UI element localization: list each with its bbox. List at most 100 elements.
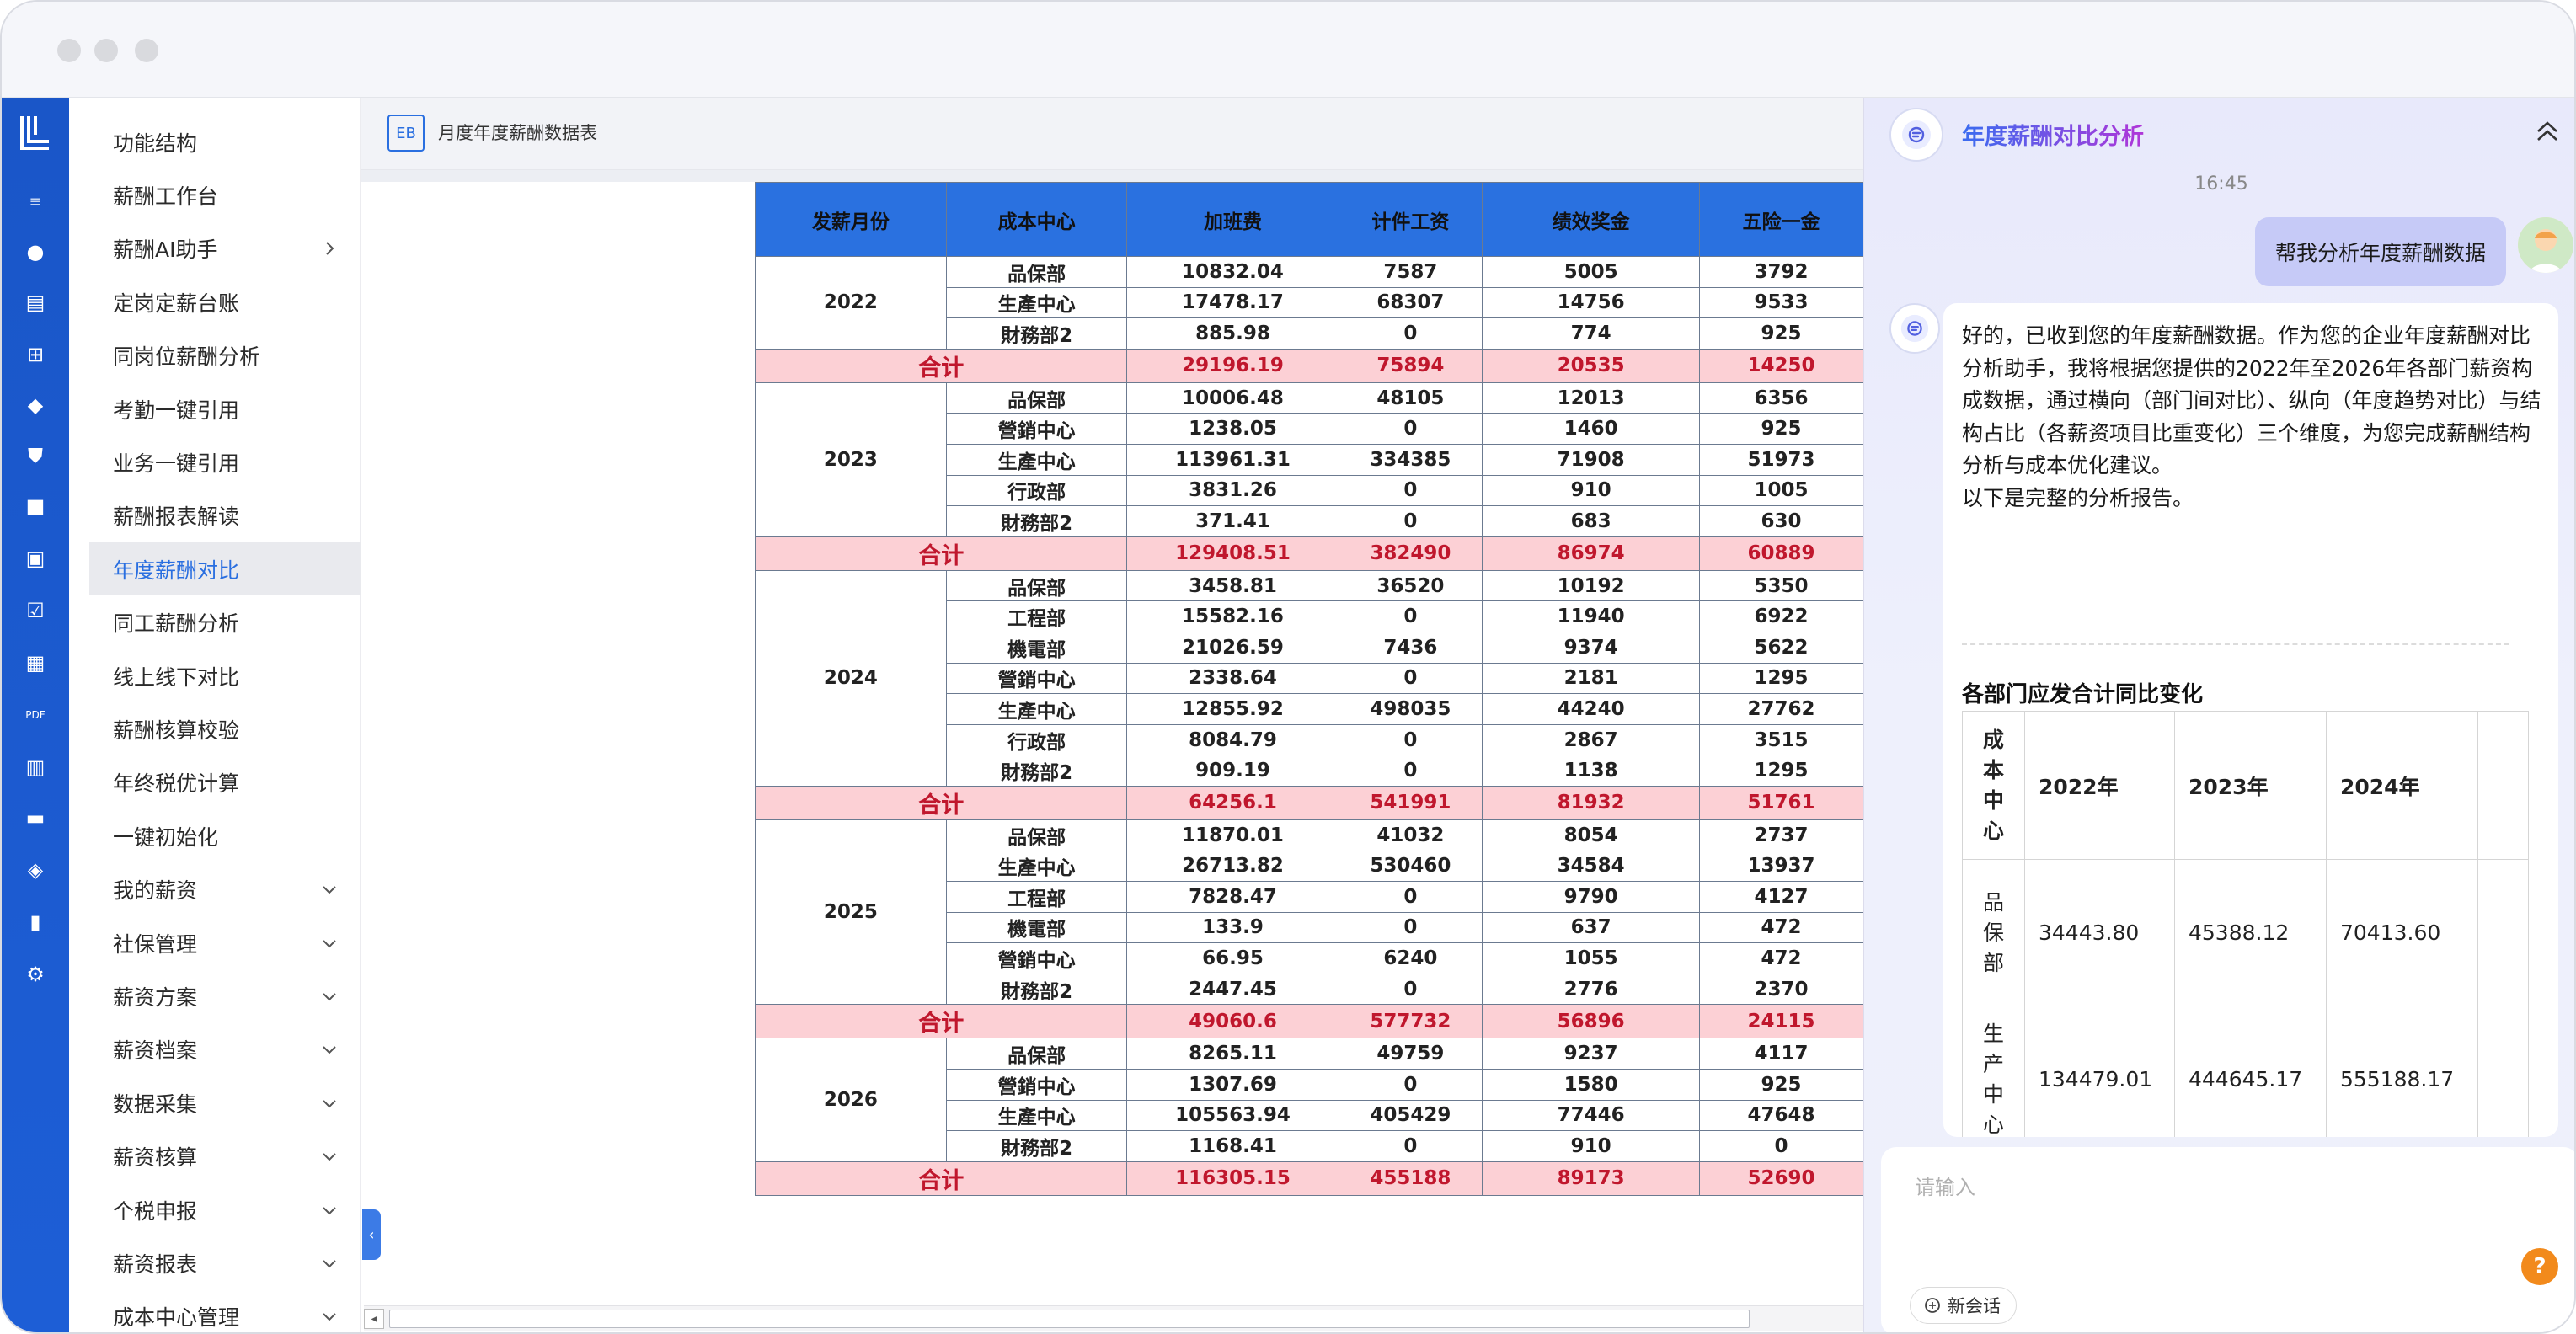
total-value-cell: 52690: [1699, 1161, 1863, 1196]
scroll-left-button[interactable]: ◂: [364, 1309, 384, 1329]
sidebar-item[interactable]: 考勤一键引用: [89, 382, 361, 435]
cost-center-cell: 生產中心: [945, 693, 1128, 725]
window-maximize-dot[interactable]: [135, 39, 158, 62]
sidebar-item-label: 薪酬核算校验: [113, 718, 240, 743]
collapse-sidebar-button[interactable]: ‹: [362, 1209, 381, 1260]
search-list-icon[interactable]: ▤: [23, 290, 48, 315]
ai-message-paragraph: 好的，已收到您的年度薪酬数据。作为您的企业年度薪酬对比分析助手，我将根据您提供的…: [1962, 323, 2541, 478]
sidebar-item-label: 功能结构: [113, 131, 198, 156]
column-header[interactable]: 绩效奖金: [1482, 182, 1701, 257]
value-cell: 9237: [1482, 1038, 1701, 1070]
puzzle-icon[interactable]: ■: [23, 494, 48, 519]
sidebar-item[interactable]: 业务一键引用: [89, 435, 361, 488]
sidebar-item-label: 薪资报表: [113, 1251, 198, 1277]
calendar-icon[interactable]: ▥: [23, 755, 48, 780]
cost-center-cell: 工程部: [945, 881, 1128, 913]
sidebar-item[interactable]: 薪酬核算校验: [89, 702, 361, 755]
value-cell: 13937: [1699, 850, 1863, 883]
sidebar-item[interactable]: 社保管理: [89, 916, 361, 969]
column-header[interactable]: 发薪月份: [755, 182, 947, 257]
checklist-icon[interactable]: ☑: [23, 598, 48, 623]
collapse-chat-icon[interactable]: [2535, 120, 2560, 143]
chevron-down-icon: [323, 1206, 336, 1214]
sidebar-item-label: 薪资方案: [113, 984, 198, 1010]
collapse-menu-icon[interactable]: ≡: [23, 189, 48, 214]
total-label: 合计: [755, 785, 1128, 820]
sidebar-item[interactable]: 薪资报表: [89, 1236, 361, 1289]
sidebar-item-label: 线上线下对比: [113, 664, 240, 690]
column-header[interactable]: 成本中心: [945, 182, 1128, 257]
sidebar-item[interactable]: 薪酬工作台: [89, 168, 361, 221]
horizontal-scrollbar[interactable]: ◂: [364, 1305, 1863, 1331]
sidebar-item[interactable]: 功能结构: [89, 115, 361, 168]
total-row: 合计 49060.6 577732 56896 24115: [755, 1004, 1863, 1039]
value-cell: 9790: [1482, 881, 1701, 913]
sidebar-item[interactable]: 薪酬报表解读: [89, 489, 361, 542]
org-chart-icon[interactable]: ⊞: [23, 342, 48, 367]
sidebar-item[interactable]: 薪资档案: [89, 1023, 361, 1076]
comparison-value-cell-overflow: [2477, 859, 2529, 1006]
value-cell: 530460: [1338, 850, 1483, 883]
column-header[interactable]: 五险一金: [1699, 182, 1863, 257]
scrollbar-thumb[interactable]: [389, 1310, 1750, 1328]
salary-table-viewport[interactable]: 发薪月份 成本中心 加班费 计件工资 绩效奖金 五险一金 2022 品保部 10832.04 7…: [755, 182, 1863, 1277]
sidebar-item[interactable]: 成本中心管理: [89, 1290, 361, 1332]
bar-chart-icon[interactable]: ▮: [23, 910, 48, 935]
chat-input-box[interactable]: 请输入 新会话 ?: [1881, 1147, 2574, 1332]
chevron-down-icon: [323, 993, 336, 1001]
sidebar-item[interactable]: 我的薪资: [89, 863, 361, 916]
value-cell: 105563.94: [1126, 1099, 1339, 1132]
sidebar-item[interactable]: 年终税优计算: [89, 756, 361, 809]
sidebar-item[interactable]: 线上线下对比: [89, 649, 361, 702]
help-button[interactable]: ?: [2521, 1248, 2558, 1285]
card-icon[interactable]: ▬: [23, 805, 48, 830]
column-header[interactable]: 计件工资: [1338, 182, 1483, 257]
sidebar-item[interactable]: 同工薪酬分析: [89, 596, 361, 649]
comparison-table-viewport[interactable]: 成本中心 2022年 2023年 2024年 品保部 34443.80 45388.12 7…: [1962, 711, 2543, 1137]
value-cell: 0: [1338, 755, 1483, 787]
sidebar-item[interactable]: 年度薪酬对比: [89, 542, 361, 596]
total-value-cell: 51761: [1699, 785, 1863, 820]
window-close-dot[interactable]: [57, 39, 81, 62]
cost-center-cell: 品保部: [945, 1038, 1128, 1070]
new-chat-button[interactable]: 新会话: [1910, 1287, 2017, 1324]
sidebar-item[interactable]: 数据采集: [89, 1076, 361, 1129]
sidebar-item[interactable]: 薪酬AI助手: [89, 222, 361, 275]
sidebar-item[interactable]: 一键初始化: [89, 809, 361, 862]
value-cell: 1295: [1699, 755, 1863, 787]
sidebar-item[interactable]: 个税申报: [89, 1183, 361, 1236]
table-row: 2025 品保部 11870.01 41032 8054 2737: [755, 819, 1863, 1006]
sidebar-item[interactable]: 薪资方案: [89, 969, 361, 1022]
layers-icon[interactable]: ◈: [23, 857, 48, 883]
cube-icon[interactable]: ◆: [23, 392, 48, 418]
value-cell: 0: [1338, 505, 1483, 537]
value-cell: 48105: [1338, 382, 1483, 414]
sidebar-item[interactable]: 同岗位薪酬分析: [89, 329, 361, 382]
pdf-icon[interactable]: PDF: [23, 702, 48, 728]
value-cell: 3458.81: [1126, 569, 1339, 602]
chevron-down-icon: [323, 1313, 336, 1321]
value-cell: 909.19: [1126, 755, 1339, 787]
total-value-cell: 14250: [1699, 348, 1863, 383]
window-minimize-dot[interactable]: [94, 39, 118, 62]
shield-icon[interactable]: ⛊: [23, 443, 48, 468]
value-cell: 498035: [1338, 693, 1483, 725]
settings-card-icon[interactable]: ▣: [23, 546, 48, 571]
column-header[interactable]: 加班费: [1126, 182, 1339, 257]
sidebar-item-label: 年度薪酬对比: [113, 558, 240, 583]
value-cell: 683: [1482, 505, 1701, 537]
value-cell: 8265.11: [1126, 1038, 1339, 1070]
document-icon[interactable]: ▦: [23, 650, 48, 675]
value-cell: 0: [1338, 723, 1483, 756]
sidebar-item-label: 薪酬工作台: [113, 184, 219, 209]
user-message-bubble: 帮我分析年度薪酬数据: [2255, 217, 2506, 286]
value-cell: 34584: [1482, 850, 1701, 883]
sidebar-item[interactable]: 定岗定薪台账: [89, 275, 361, 328]
total-value-cell: 60889: [1699, 536, 1863, 571]
gear-icon[interactable]: ⚙: [23, 962, 48, 987]
value-cell: 17478.17: [1126, 286, 1339, 319]
user-icon[interactable]: ●: [23, 239, 48, 264]
chat-input-placeholder[interactable]: 请输入: [1915, 1171, 1975, 1200]
sidebar-item[interactable]: 薪资核算: [89, 1130, 361, 1183]
value-cell: 0: [1338, 1069, 1483, 1101]
